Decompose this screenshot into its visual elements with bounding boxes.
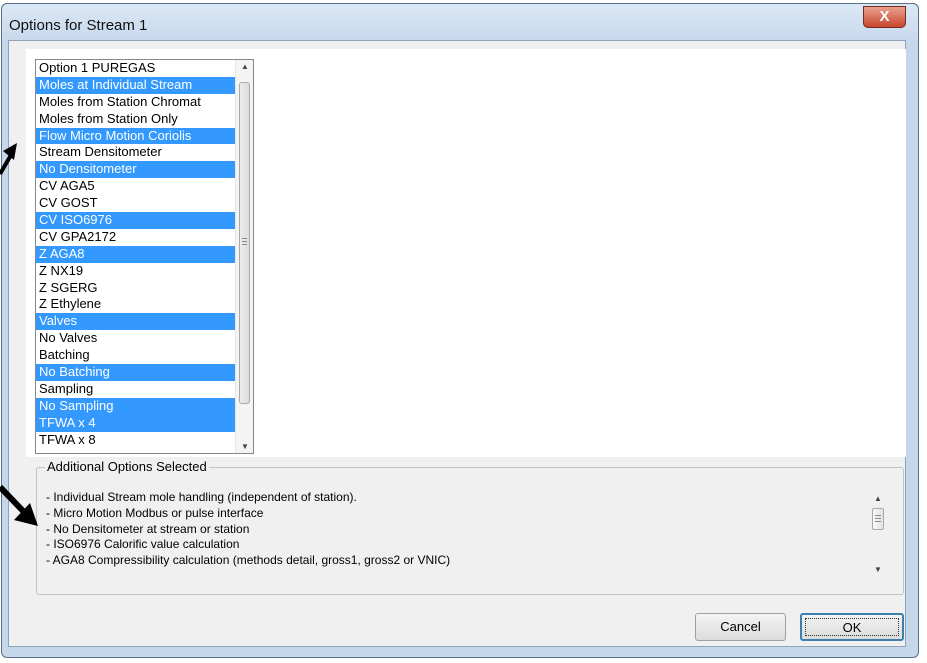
- arrow-icon: [0, 484, 38, 526]
- arrow-icon: [0, 143, 17, 176]
- annotation-arrows: [0, 143, 38, 526]
